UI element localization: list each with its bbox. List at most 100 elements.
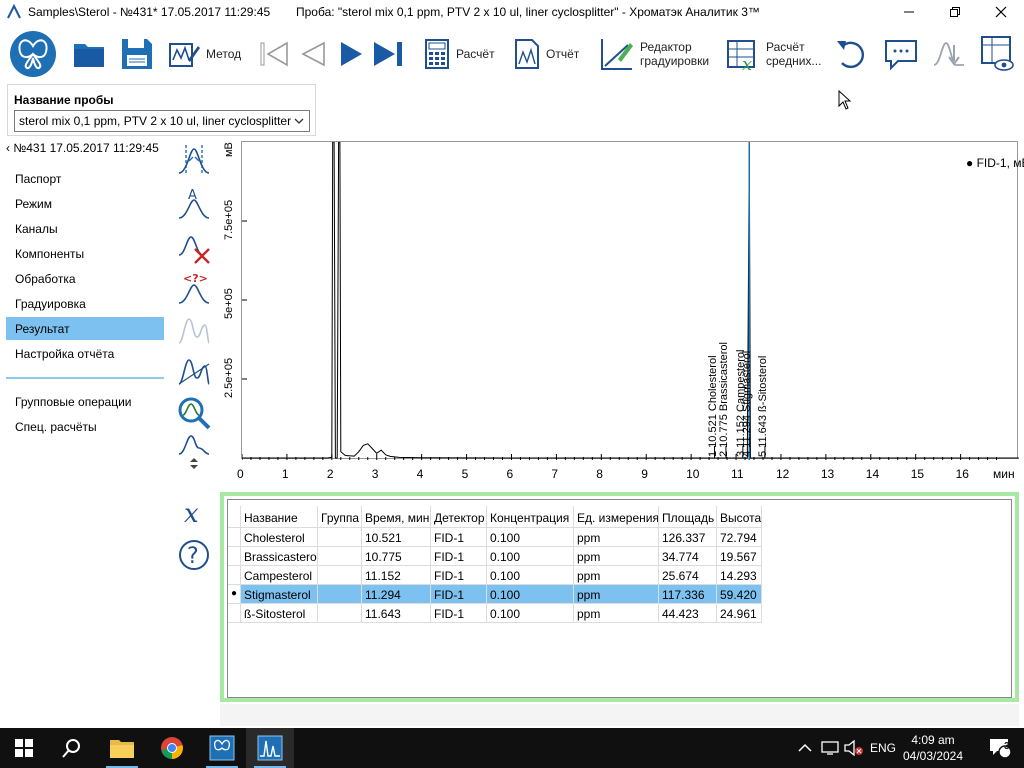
table-cell[interactable] (318, 585, 362, 604)
next-button[interactable] (337, 30, 365, 78)
table-row[interactable]: Campesterol 11.152 FID-1 0.100 ppm 25.674 14.2… (228, 566, 768, 585)
undo-button[interactable] (834, 30, 868, 78)
last-button[interactable] (372, 30, 406, 78)
peak-marker-button[interactable] (932, 30, 966, 78)
taskbar-analytic[interactable] (246, 728, 294, 768)
table-cell[interactable]: 24.961 (717, 604, 762, 623)
scale-tool[interactable] (176, 434, 212, 470)
table-cell[interactable]: 72.794 (717, 528, 762, 547)
sidebar-item-components[interactable]: Компоненты (6, 242, 164, 265)
zoom-peak-tool[interactable] (176, 395, 212, 431)
table-cell[interactable]: Brassicasterol (241, 547, 318, 566)
view-table-button[interactable] (980, 30, 1014, 78)
table-row[interactable]: ● Stigmasterol 11.294 FID-1 0.100 ppm 117.336 5… (228, 585, 768, 604)
table-cell[interactable] (318, 604, 362, 623)
calculate-averages-button[interactable]: x Расчёт средних... (726, 30, 821, 78)
delete-peak-tool[interactable] (176, 230, 212, 266)
peak-label-tool[interactable]: A (176, 185, 212, 221)
table-cell[interactable]: ppm (574, 604, 659, 623)
sidebar-item-result[interactable]: Результат (6, 317, 164, 340)
app-menu-button[interactable] (9, 30, 57, 78)
sidebar-item-group-operations[interactable]: Групповые операции (6, 390, 164, 413)
tray-overflow-button[interactable] (794, 728, 816, 768)
taskbar-chromatec[interactable] (198, 728, 246, 768)
table-cell[interactable]: 10.521 (362, 528, 431, 547)
back-link[interactable]: ‹ №431 17.05.2017 11:29:45 (6, 141, 159, 155)
close-button[interactable] (978, 0, 1024, 24)
tray-clock[interactable]: 4:09 am 04/03/2024 (898, 732, 968, 764)
table-cell[interactable]: Stigmasterol (241, 585, 318, 604)
row-selector[interactable] (228, 528, 241, 547)
open-button[interactable] (72, 30, 106, 78)
column-header[interactable]: Высота (717, 506, 762, 528)
table-cell[interactable]: 11.152 (362, 566, 431, 585)
row-selector[interactable] (228, 566, 241, 585)
table-cell[interactable]: 44.423 (659, 604, 717, 623)
table-cell[interactable]: ppm (574, 566, 659, 585)
table-row[interactable]: ß-Sitosterol 11.643 FID-1 0.100 ppm 44.423 24.… (228, 604, 768, 623)
method-button[interactable]: Метод (168, 30, 241, 78)
column-header[interactable]: Площадь (659, 506, 717, 528)
table-cell[interactable]: 0.100 (487, 528, 574, 547)
sidebar-item-processing[interactable]: Обработка (6, 267, 164, 290)
maximize-button[interactable] (932, 0, 978, 24)
table-cell[interactable] (318, 528, 362, 547)
table-cell[interactable]: FID-1 (431, 547, 487, 566)
column-header[interactable]: Время, мин (362, 506, 431, 528)
baseline-tool[interactable] (176, 312, 212, 348)
sidebar-item-passport[interactable]: Паспорт (6, 167, 164, 190)
taskbar-file-explorer[interactable] (98, 728, 146, 768)
table-cell[interactable] (318, 566, 362, 585)
table-cell[interactable]: FID-1 (431, 528, 487, 547)
row-selector[interactable]: ● (228, 585, 241, 604)
help-tool[interactable]: ? (176, 537, 212, 573)
column-header[interactable]: Ед. измерения (574, 506, 659, 528)
table-cell[interactable]: 0.100 (487, 585, 574, 604)
table-cell[interactable]: 11.294 (362, 585, 431, 604)
minimize-button[interactable] (886, 0, 932, 24)
save-button[interactable] (120, 30, 154, 78)
row-selector[interactable] (228, 604, 241, 623)
column-header[interactable]: Группа (318, 506, 362, 528)
first-button[interactable] (258, 30, 290, 78)
search-button[interactable] (48, 728, 96, 768)
table-cell[interactable]: 126.337 (659, 528, 717, 547)
table-cell[interactable]: 0.100 (487, 566, 574, 585)
taskbar-chrome[interactable] (148, 728, 196, 768)
calibration-editor-button[interactable]: Редактор градуировки (600, 30, 709, 78)
table-cell[interactable]: Cholesterol (241, 528, 318, 547)
table-cell[interactable]: FID-1 (431, 585, 487, 604)
tray-language[interactable]: ENG (866, 728, 900, 768)
tangent-tool[interactable] (176, 353, 212, 389)
chromatogram-chart[interactable]: ● FID-1, мВ 2.5e+055e+057.5e+05мВ 012345… (219, 139, 1024, 485)
table-cell[interactable]: ppm (574, 528, 659, 547)
table-cell[interactable]: 14.293 (717, 566, 762, 585)
notification-center-button[interactable]: 3 (976, 728, 1024, 768)
column-header[interactable]: Детектор (431, 506, 487, 528)
peak-boundaries-tool[interactable] (176, 142, 212, 178)
sidebar-item-calibration[interactable]: Градуировка (6, 292, 164, 315)
table-cell[interactable]: 0.100 (487, 547, 574, 566)
sidebar-item-report-settings[interactable]: Настройка отчёта (6, 342, 164, 365)
table-cell[interactable]: 117.336 (659, 585, 717, 604)
calculate-button[interactable]: Расчёт (424, 30, 495, 78)
start-button[interactable] (0, 728, 48, 768)
table-cell[interactable]: ppm (574, 585, 659, 604)
table-cell[interactable]: 0.100 (487, 604, 574, 623)
row-selector[interactable] (228, 547, 241, 566)
table-cell[interactable]: FID-1 (431, 566, 487, 585)
report-button[interactable]: Отчёт (514, 30, 579, 78)
comment-button[interactable] (884, 30, 918, 78)
table-cell[interactable]: 19.567 (717, 547, 762, 566)
identify-peak-tool[interactable]: <?> (176, 270, 212, 306)
column-header[interactable]: Концентрация (487, 506, 574, 528)
table-cell[interactable]: FID-1 (431, 604, 487, 623)
sidebar-item-mode[interactable]: Режим (6, 192, 164, 215)
formula-tool[interactable]: x (176, 495, 212, 531)
table-cell[interactable]: 34.774 (659, 547, 717, 566)
sample-name-select[interactable]: sterol mix 0,1 ppm, PTV 2 x 10 ul, liner… (14, 110, 310, 132)
chart-plot-area[interactable]: ● FID-1, мВ (241, 141, 1024, 460)
table-cell[interactable]: ß-Sitosterol (241, 604, 318, 623)
tray-volume[interactable] (842, 728, 866, 768)
table-cell[interactable]: 11.643 (362, 604, 431, 623)
